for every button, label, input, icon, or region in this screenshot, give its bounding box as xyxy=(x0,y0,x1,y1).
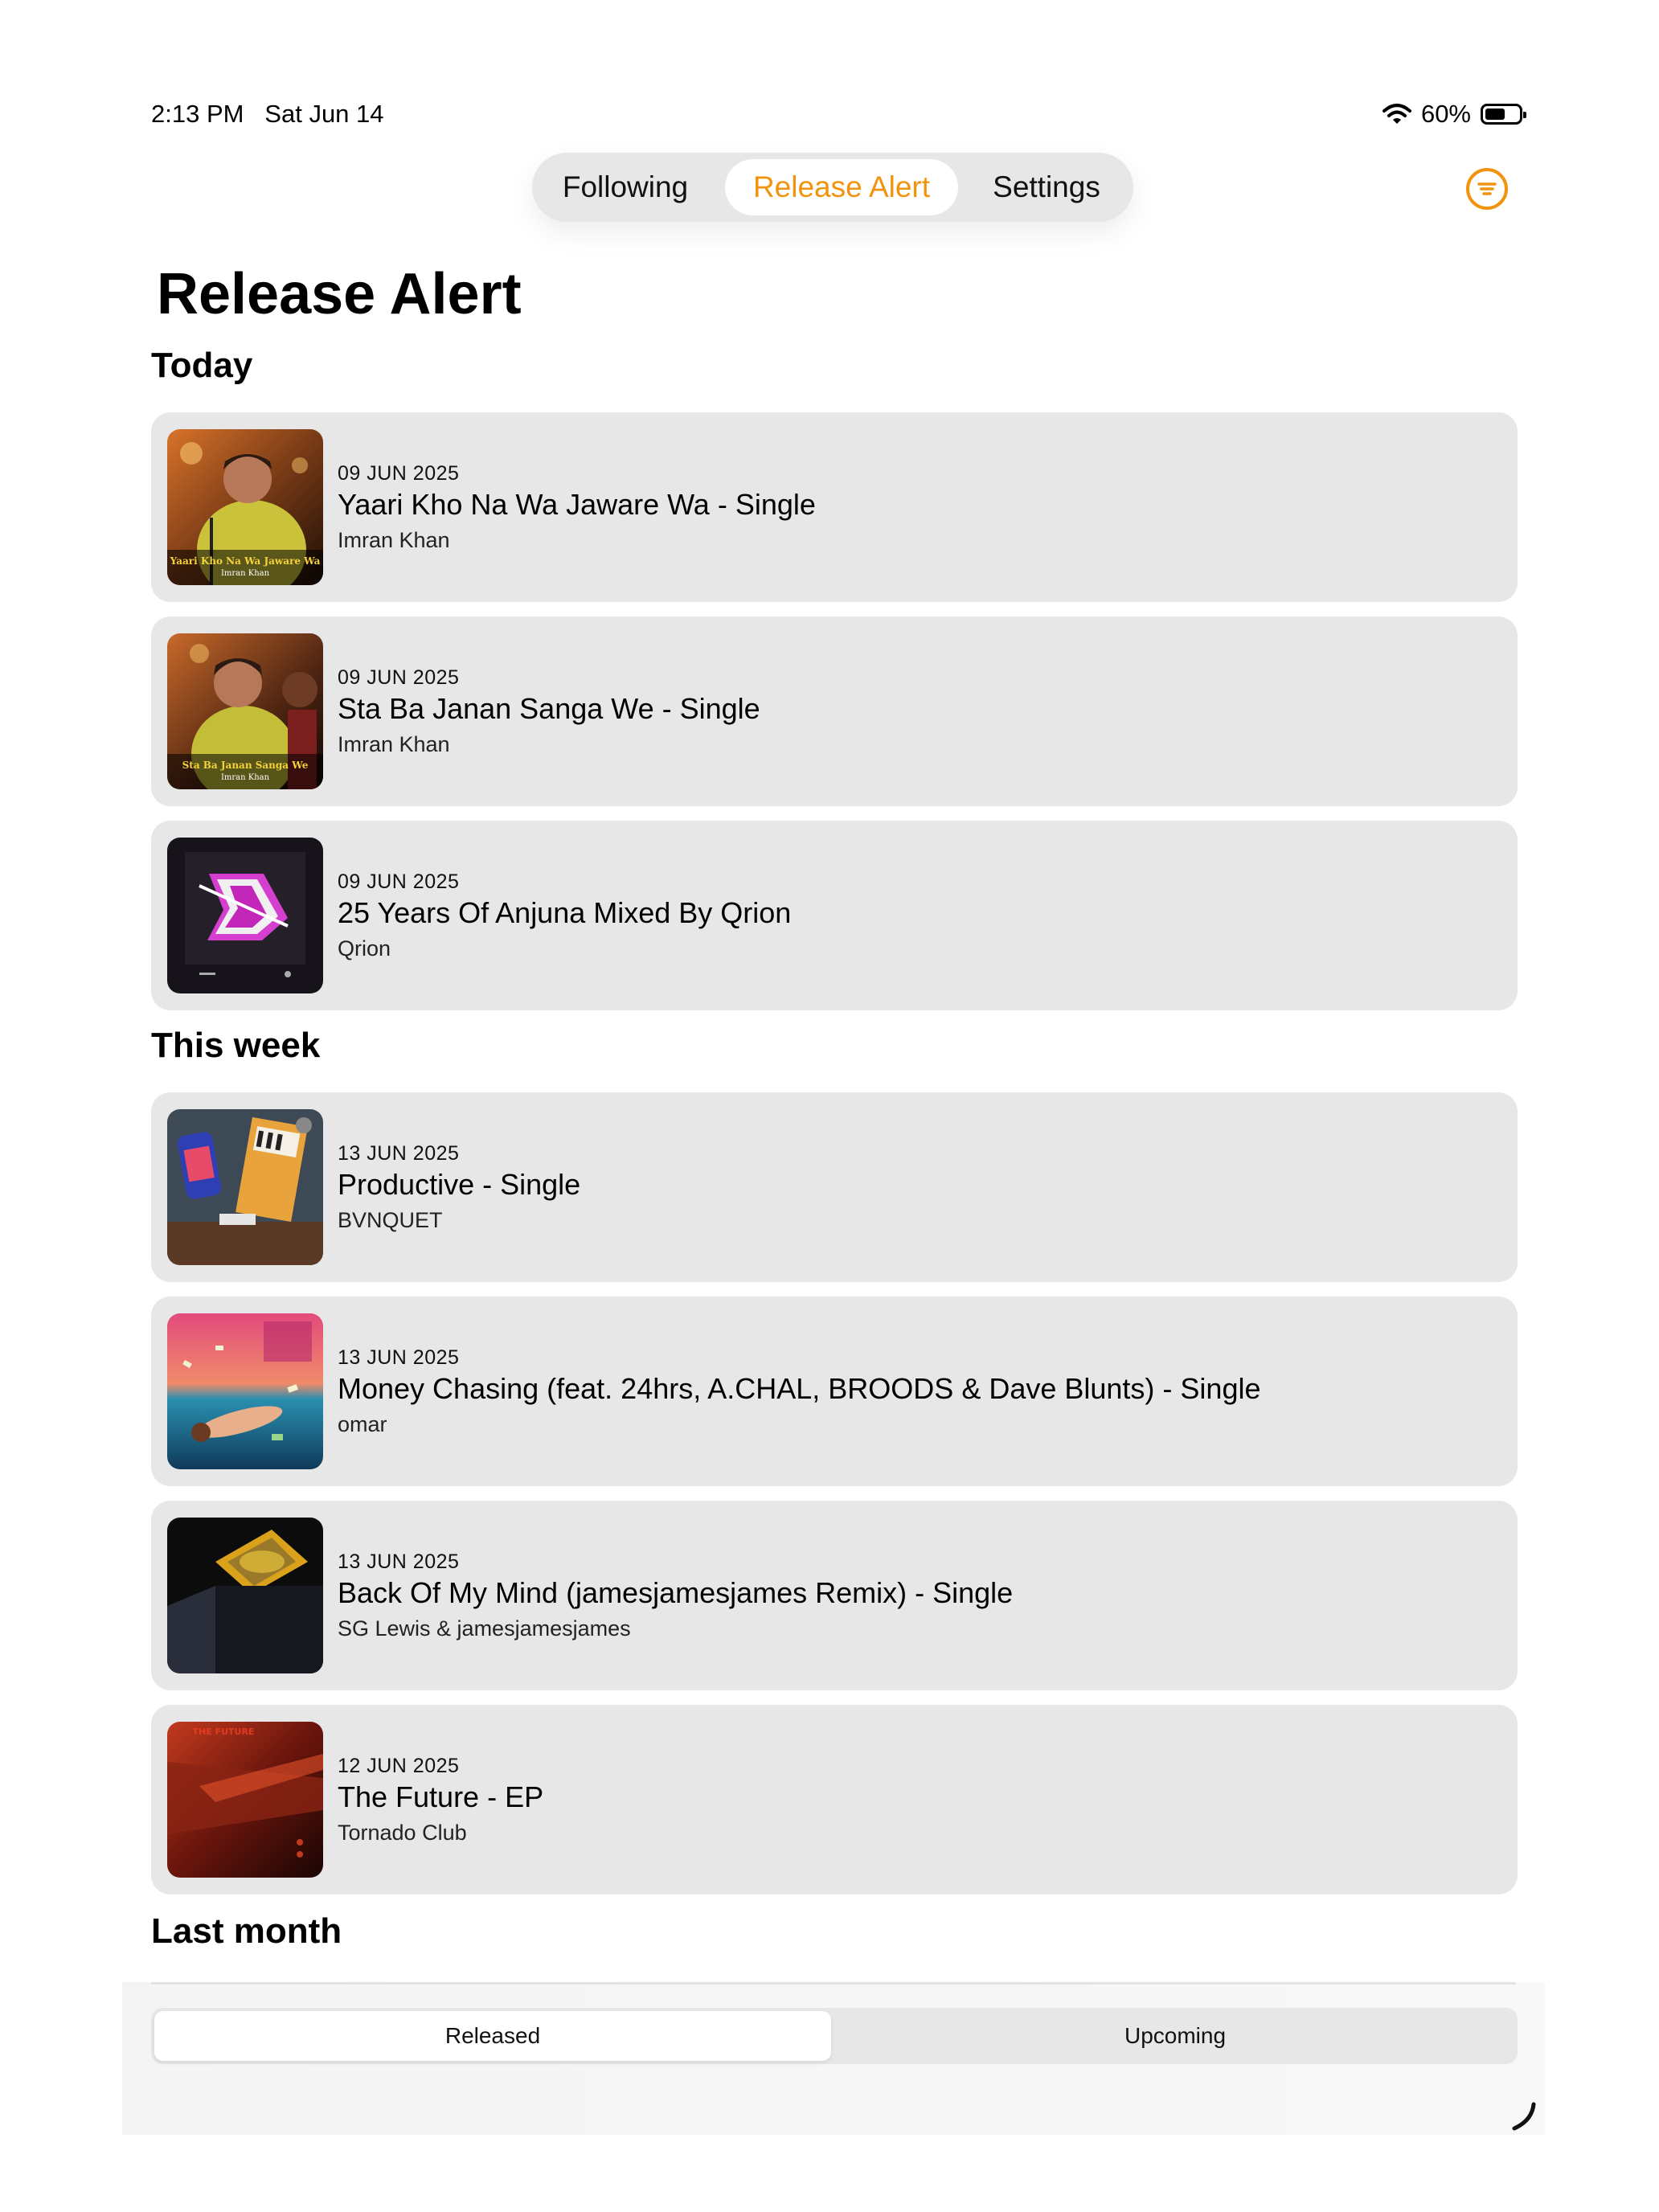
status-date: Sat Jun 14 xyxy=(264,100,384,128)
release-date: 12 JUN 2025 xyxy=(338,1755,460,1777)
release-title: Money Chasing (feat. 24hrs, A.CHAL, BROO… xyxy=(338,1372,1261,1405)
art-artist: Imran Khan xyxy=(221,569,270,578)
release-artist: Imran Khan xyxy=(338,528,450,552)
page-title: Release Alert xyxy=(157,262,522,326)
release-card[interactable]: 13 JUN 2025 Productive - Single BVNQUET xyxy=(151,1092,1518,1282)
battery-level xyxy=(1485,109,1505,120)
release-card[interactable]: 13 JUN 2025 Back Of My Mind (jamesjamesj… xyxy=(151,1501,1518,1690)
filter-button[interactable] xyxy=(1466,168,1508,210)
filter-icon xyxy=(1477,182,1497,195)
album-art xyxy=(167,1109,323,1265)
release-title: Yaari Kho Na Wa Jaware Wa - Single xyxy=(338,488,816,521)
release-card[interactable]: Sta Ba Janan Sanga We Imran Khan 09 JUN … xyxy=(151,616,1518,806)
section-title-this-week: This week xyxy=(151,1026,321,1065)
album-art xyxy=(167,1518,323,1673)
tab-release-alert[interactable]: Release Alert xyxy=(725,159,958,215)
bottom-panel: Released Upcoming xyxy=(122,1982,1545,2135)
release-date: 13 JUN 2025 xyxy=(338,1142,460,1165)
release-date: 13 JUN 2025 xyxy=(338,1346,460,1369)
release-date: 09 JUN 2025 xyxy=(338,666,460,689)
album-art xyxy=(167,838,323,993)
release-title: Sta Ba Janan Sanga We - Single xyxy=(338,692,760,725)
battery-percent: 60% xyxy=(1420,100,1471,128)
tab-following[interactable]: Following xyxy=(545,159,706,215)
release-card[interactable]: Yaari Kho Na Wa Jaware Wa Imran Khan 09 … xyxy=(151,412,1518,602)
release-date: 13 JUN 2025 xyxy=(338,1550,460,1573)
top-tab-bar: Following Release Alert Settings xyxy=(532,153,1133,222)
art-caption: Yaari Kho Na Wa Jaware Wa xyxy=(170,555,321,567)
art-caption: Sta Ba Janan Sanga We xyxy=(182,760,309,771)
album-art: Sta Ba Janan Sanga We Imran Khan xyxy=(167,633,323,789)
status-time: 2:13 PM Sat Jun 14 xyxy=(151,100,384,129)
release-artist: omar xyxy=(338,1412,387,1436)
release-date: 09 JUN 2025 xyxy=(338,462,460,485)
release-artist: SG Lewis & jamesjamesjames xyxy=(338,1616,631,1641)
status-indicators: 60% xyxy=(1382,100,1526,129)
status-bar: 2:13 PM Sat Jun 14 60% xyxy=(151,100,1526,138)
art-caption: THE FUTURE xyxy=(193,1727,255,1737)
release-title: The Future - EP xyxy=(338,1780,544,1813)
art-artist: Imran Khan xyxy=(221,773,270,782)
release-card[interactable]: 09 JUN 2025 25 Years Of Anjuna Mixed By … xyxy=(151,821,1518,1010)
release-date: 09 JUN 2025 xyxy=(338,870,460,893)
release-filter-tabs: Released Upcoming xyxy=(151,2008,1518,2064)
tab-settings[interactable]: Settings xyxy=(974,159,1119,215)
wifi-icon xyxy=(1382,104,1411,124)
battery-icon xyxy=(1481,104,1526,125)
section-title-today: Today xyxy=(151,346,253,385)
release-artist: BVNQUET xyxy=(338,1208,443,1232)
tab-upcoming[interactable]: Upcoming xyxy=(836,2011,1514,2061)
section-title-last-month: Last month xyxy=(151,1911,342,1951)
album-art: Yaari Kho Na Wa Jaware Wa Imran Khan xyxy=(167,429,323,585)
release-artist: Imran Khan xyxy=(338,732,450,756)
status-clock: 2:13 PM xyxy=(151,100,244,128)
tab-released[interactable]: Released xyxy=(154,2011,831,2061)
release-title: Back Of My Mind (jamesjamesjames Remix) … xyxy=(338,1576,1014,1609)
release-title: Productive - Single xyxy=(338,1168,581,1201)
release-card[interactable]: 13 JUN 2025 Money Chasing (feat. 24hrs, … xyxy=(151,1296,1518,1486)
release-artist: Qrion xyxy=(338,936,391,961)
album-art xyxy=(167,1313,323,1469)
release-card[interactable]: THE FUTURE 12 JUN 2025 The Future - EP T… xyxy=(151,1705,1518,1895)
resize-handle-icon[interactable] xyxy=(1505,2096,1545,2136)
release-title: 25 Years Of Anjuna Mixed By Qrion xyxy=(338,896,792,929)
release-artist: Tornado Club xyxy=(338,1821,467,1845)
album-art: THE FUTURE xyxy=(167,1722,323,1878)
